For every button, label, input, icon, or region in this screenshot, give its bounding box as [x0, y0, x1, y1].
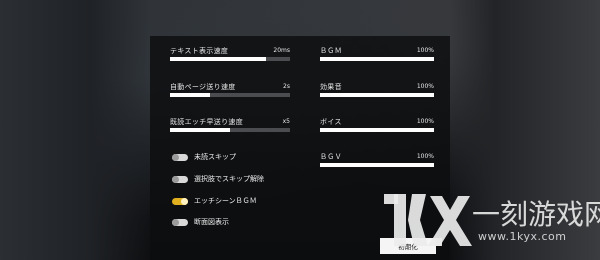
- toggle-knob: [172, 218, 179, 226]
- voice-value: 100%: [416, 118, 434, 125]
- choice-skip-cancel-toggle[interactable]: [172, 175, 188, 183]
- auto-page-speed-fill: [170, 93, 210, 97]
- toggle-knob: [172, 175, 179, 183]
- voice-slider[interactable]: [320, 128, 434, 132]
- h-skip-speed-fill: [170, 128, 230, 132]
- sound-effect-slider[interactable]: [320, 93, 434, 97]
- cross-section-label: 断面図表示: [194, 218, 229, 226]
- sound-effect-fill: [320, 93, 434, 97]
- toggle-knob: [181, 197, 188, 205]
- toggle-row-unread-skip[interactable]: 未読スキップ: [172, 151, 236, 163]
- h-scene-bgm-label: エッチシーンＢＧＭ: [194, 197, 257, 205]
- text-speed-label: テキスト表示速度: [170, 47, 229, 55]
- unread-skip-label: 未読スキップ: [194, 153, 236, 161]
- watermark-site-url: www.1kyx.com: [478, 230, 567, 243]
- bgv-value: 100%: [416, 153, 434, 160]
- choice-skip-cancel-label: 選択肢でスキップ解除: [194, 175, 264, 183]
- watermark-site-name: 一刻游戏网: [472, 198, 600, 231]
- bgm-value: 100%: [416, 47, 434, 54]
- toggle-row-h-scene-bgm[interactable]: エッチシーンＢＧＭ: [172, 195, 257, 207]
- auto-page-speed-label: 自動ページ送り速度: [170, 83, 236, 91]
- h-skip-speed-value: x5: [282, 118, 290, 125]
- text-speed-value: 20ms: [273, 47, 290, 54]
- bgm-fill: [320, 57, 434, 61]
- toggle-row-cross-section[interactable]: 断面図表示: [172, 216, 229, 228]
- background-left-shade: [0, 0, 150, 260]
- h-skip-speed-slider[interactable]: [170, 128, 290, 132]
- text-speed-slider[interactable]: [170, 57, 290, 61]
- unread-skip-toggle[interactable]: [172, 153, 188, 161]
- auto-page-speed-slider[interactable]: [170, 93, 290, 97]
- auto-page-speed-value: 2s: [283, 83, 290, 90]
- toggle-knob: [172, 153, 179, 161]
- cross-section-toggle[interactable]: [172, 218, 188, 226]
- toggle-row-choice-skip-cancel[interactable]: 選択肢でスキップ解除: [172, 173, 264, 185]
- voice-fill: [320, 128, 434, 132]
- h-scene-bgm-toggle[interactable]: [172, 197, 188, 205]
- voice-label: ボイス: [320, 118, 342, 126]
- bgv-fill: [320, 163, 434, 167]
- h-skip-speed-label: 既読エッチ早送り速度: [170, 118, 243, 126]
- bgm-slider[interactable]: [320, 57, 434, 61]
- bgv-slider[interactable]: [320, 163, 434, 167]
- bgv-label: ＢＧＶ: [320, 153, 342, 161]
- bgm-label: ＢＧＭ: [320, 47, 342, 55]
- sound-effect-label: 効果音: [320, 83, 342, 91]
- sound-effect-value: 100%: [416, 83, 434, 90]
- text-speed-fill: [170, 57, 266, 61]
